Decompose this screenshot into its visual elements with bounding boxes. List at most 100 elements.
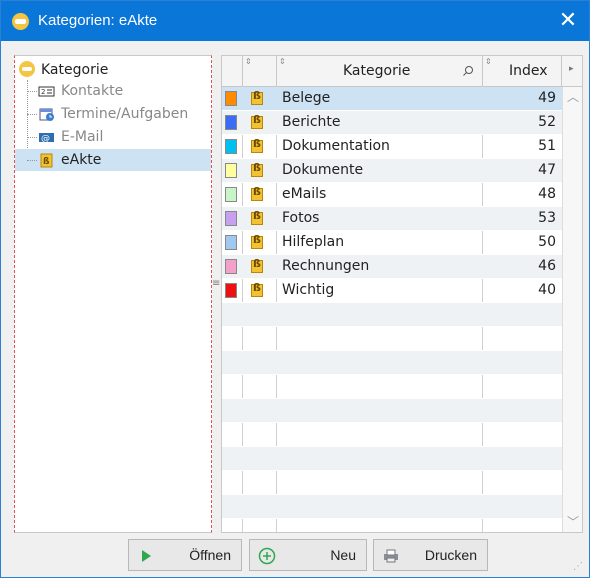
tree-root[interactable]: Kategorie	[19, 59, 108, 81]
sort-icon: ⇕	[485, 57, 492, 66]
new-button-label: Neu	[330, 547, 356, 563]
table-row[interactable]: eMails 48	[222, 183, 562, 207]
table-row[interactable]: Fotos 53	[222, 207, 562, 231]
grid-rows: Belege49Berichte52Dokumentation51Dokumen…	[222, 87, 562, 532]
table-row[interactable]: Dokumente 47	[222, 159, 562, 183]
color-swatch	[225, 91, 237, 106]
empty-row	[222, 447, 562, 471]
tree-item-label: Kontakte	[61, 83, 124, 99]
category-index: 50	[538, 234, 556, 250]
color-swatch	[225, 259, 237, 274]
empty-row	[222, 327, 562, 351]
category-icon	[19, 61, 35, 77]
contacts-icon: 2	[38, 86, 55, 97]
color-swatch	[225, 163, 237, 178]
color-swatch	[225, 187, 237, 202]
svg-text:ß: ß	[43, 157, 50, 167]
icon-column-header[interactable]: ⇕	[243, 56, 277, 86]
table-row[interactable]: Belege 49	[222, 87, 562, 111]
close-button[interactable]: ✕	[547, 1, 589, 41]
folder-icon	[251, 209, 263, 225]
empty-row	[222, 495, 562, 519]
open-button[interactable]: Öffnen	[128, 539, 242, 571]
table-row[interactable]: Wichtig 40	[222, 279, 562, 303]
category-index: 51	[538, 138, 556, 154]
empty-row	[222, 351, 562, 375]
tree-item-label: Termine/Aufgaben	[61, 106, 189, 122]
category-index: 53	[538, 210, 556, 226]
new-button[interactable]: Neu	[249, 539, 367, 571]
empty-row	[222, 519, 562, 532]
color-swatch	[225, 283, 237, 298]
category-name: eMails	[282, 186, 327, 202]
email-icon: @	[39, 133, 54, 144]
print-button-label: Drucken	[424, 547, 477, 563]
category-name: Berichte	[282, 114, 341, 130]
grid-header: ⇕ ⇕ Kategorie ⇕ Index ▸	[222, 56, 582, 87]
empty-row	[222, 399, 562, 423]
tree-root-label: Kategorie	[41, 62, 109, 78]
folder-icon	[251, 233, 263, 249]
play-icon	[142, 550, 151, 562]
table-row[interactable]: Dokumentation 51	[222, 135, 562, 159]
category-name: Belege	[282, 90, 331, 106]
index-column-label: Index	[509, 63, 548, 79]
folder-icon	[251, 281, 263, 297]
folder-icon	[251, 137, 263, 153]
table-row[interactable]: Rechnungen 46	[222, 255, 562, 279]
empty-row	[222, 375, 562, 399]
category-index: 40	[538, 282, 556, 298]
svg-text:2: 2	[41, 88, 45, 96]
category-tree[interactable]: Kategorie 2 Kontakte Termine/Aufgaben @ …	[14, 55, 212, 533]
category-name: Rechnungen	[282, 258, 370, 274]
search-icon[interactable]	[462, 65, 474, 77]
category-index: 49	[538, 90, 556, 106]
table-row[interactable]: Berichte 52	[222, 111, 562, 135]
folder-icon	[251, 113, 263, 129]
color-swatch	[225, 211, 237, 226]
category-index: 48	[538, 186, 556, 202]
category-grid: ⇕ ⇕ Kategorie ⇕ Index ▸ Belege 49 Berichte…	[221, 55, 583, 533]
category-index: 52	[538, 114, 556, 130]
color-swatch	[225, 139, 237, 154]
panel-splitter[interactable]: ≡	[212, 279, 220, 301]
vertical-scrollbar[interactable]: ︿ ﹀	[562, 87, 582, 532]
category-column-label: Kategorie	[343, 63, 411, 79]
svg-text:@: @	[41, 134, 50, 144]
resize-grip[interactable]: ⋰	[573, 561, 585, 573]
empty-row	[222, 423, 562, 447]
category-dialog: Kategorien: eAkte ✕ Kategorie 2 Kontakte…	[0, 0, 590, 578]
folder-icon	[251, 257, 263, 273]
table-row[interactable]: Hilfeplan 50	[222, 231, 562, 255]
tree-item-email[interactable]: @ E-Mail	[15, 126, 211, 148]
calendar-icon	[39, 108, 54, 121]
sort-icon: ⇕	[245, 57, 252, 66]
color-column-header[interactable]	[222, 56, 243, 86]
folder-icon	[251, 185, 263, 201]
color-swatch	[225, 115, 237, 130]
sort-icon: ⇕	[279, 57, 286, 66]
tree-item-label: E-Mail	[61, 129, 104, 145]
folder-icon	[251, 161, 263, 177]
category-index: 47	[538, 162, 556, 178]
chevron-up-icon[interactable]: ︿	[567, 91, 579, 103]
chevron-down-icon[interactable]: ﹀	[567, 516, 579, 528]
open-button-label: Öffnen	[189, 547, 231, 563]
printer-icon	[384, 549, 398, 563]
category-column-header[interactable]: ⇕ Kategorie	[277, 56, 483, 86]
app-icon	[12, 13, 29, 30]
print-button[interactable]: Drucken	[373, 539, 488, 571]
tree-item-termine[interactable]: Termine/Aufgaben	[15, 103, 211, 125]
title-bar[interactable]: Kategorien: eAkte ✕	[1, 1, 589, 41]
index-column-header[interactable]: ⇕ Index	[483, 56, 562, 86]
color-swatch	[225, 235, 237, 250]
category-name: Hilfeplan	[282, 234, 345, 250]
category-name: Dokumente	[282, 162, 364, 178]
tree-item-eakte[interactable]: ß eAkte	[15, 149, 211, 171]
window-title: Kategorien: eAkte	[38, 12, 158, 29]
category-name: Dokumentation	[282, 138, 390, 154]
add-icon	[258, 547, 276, 565]
chevron-right-icon: ▸	[569, 64, 574, 74]
column-chooser[interactable]: ▸	[562, 56, 582, 86]
tree-item-kontakte[interactable]: 2 Kontakte	[15, 80, 211, 102]
